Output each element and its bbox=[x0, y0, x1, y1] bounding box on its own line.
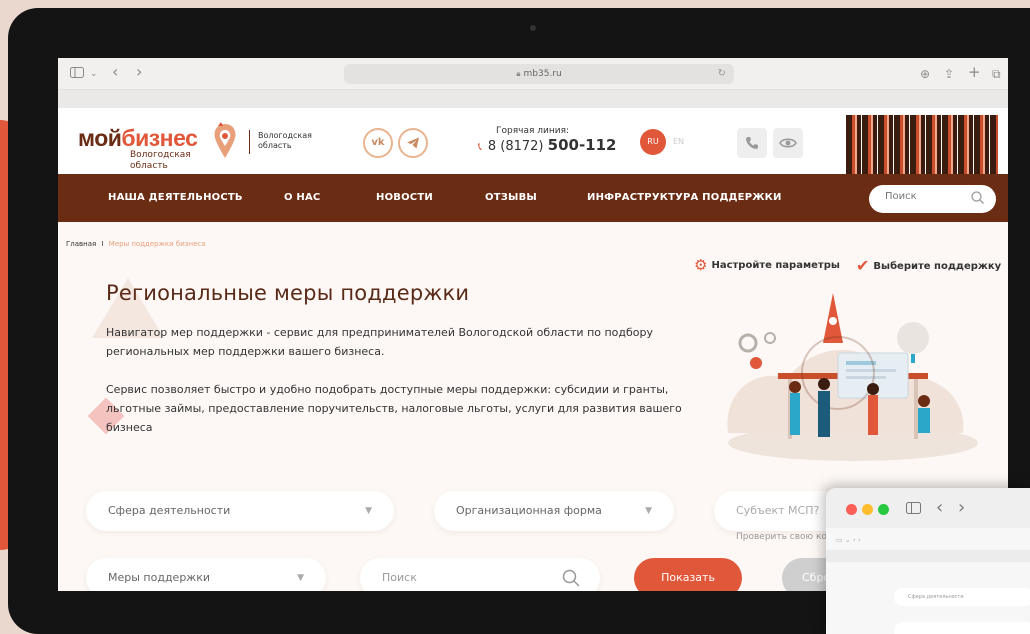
page-title: Региональные меры поддержки bbox=[106, 281, 470, 305]
back-arrow-icon[interactable]: ‹ bbox=[112, 64, 118, 80]
breadcrumb-home[interactable]: Главная bbox=[66, 240, 96, 248]
new-tab-icon[interactable]: + bbox=[968, 64, 981, 80]
search-icon[interactable] bbox=[971, 191, 984, 207]
tabs-overview-icon[interactable]: ⧉ bbox=[992, 66, 1001, 82]
step-choose-label: Выберите поддержку bbox=[873, 261, 1002, 272]
measures-search-placeholder: Поиск bbox=[382, 571, 417, 584]
nav-item-reviews[interactable]: ОТЗЫВЫ bbox=[485, 174, 537, 222]
map-pin-logo-icon bbox=[214, 122, 236, 158]
check-company-link[interactable]: Проверить свою ком bbox=[736, 532, 834, 542]
share-icon[interactable]: ⇪ bbox=[944, 66, 954, 82]
address-bar[interactable]: 🔒︎ mb35.ru ↻ bbox=[344, 64, 734, 84]
hotline: Горячая линия: 📞︎ 8 (8172) 500-112 bbox=[478, 126, 617, 156]
maximize-window-icon[interactable] bbox=[878, 504, 889, 515]
main-nav: НАША ДЕЯТЕЛЬНОСТЬ О НАС НОВОСТИ ОТЗЫВЫ И… bbox=[58, 174, 1008, 222]
hotline-label: Горячая линия: bbox=[496, 126, 570, 136]
close-window-icon[interactable] bbox=[846, 504, 857, 515]
chevron-down-icon[interactable]: ⌄ bbox=[90, 66, 98, 82]
second-window-strip bbox=[826, 550, 1030, 562]
intro-paragraph-1: Навигатор мер поддержки - сервис для пре… bbox=[106, 323, 686, 361]
activity-select[interactable]: Сфера деятельности ▼ bbox=[86, 491, 394, 531]
nav-search-input[interactable] bbox=[885, 191, 965, 202]
org-form-select[interactable]: Организационная форма ▼ bbox=[434, 491, 674, 531]
lang-ru-button[interactable]: RU bbox=[640, 129, 666, 155]
step-params-label: Настройте параметры bbox=[711, 260, 840, 271]
telegram-icon[interactable] bbox=[398, 128, 428, 158]
lock-icon: 🔒︎ bbox=[516, 69, 521, 78]
step-choose: ✔ Выберите поддержку bbox=[856, 256, 1001, 275]
breadcrumb-current: Меры поддержки бизнеса bbox=[108, 240, 206, 248]
reload-icon[interactable]: ↻ bbox=[718, 64, 726, 84]
logo-text-part1: мой bbox=[78, 125, 122, 151]
breadcrumb: Главная I Меры поддержки бизнеса bbox=[66, 240, 206, 248]
download-icon[interactable]: ⊕ bbox=[920, 66, 930, 82]
measures-select[interactable]: Меры поддержки ▼ bbox=[86, 558, 326, 591]
phone-icon[interactable] bbox=[737, 128, 767, 158]
camera-dot bbox=[530, 25, 536, 31]
sidebar-icon[interactable] bbox=[906, 500, 921, 518]
intro-line: региональных мер поддержки вашего бизнес… bbox=[106, 345, 385, 358]
breadcrumb-separator: I bbox=[101, 240, 104, 248]
logo-text-part2: бизнес bbox=[121, 125, 198, 151]
nav-item-infrastructure[interactable]: ИНФРАСТРУКТУРА ПОДДЕРЖКИ bbox=[587, 174, 782, 222]
back-arrow-icon[interactable]: ‹ bbox=[936, 497, 943, 518]
nav-item-news[interactable]: НОВОСТИ bbox=[376, 174, 433, 222]
region-line-2: область bbox=[258, 141, 292, 150]
logo-subtitle: Вологодская область bbox=[130, 150, 191, 171]
hotline-main-number: 500-112 bbox=[547, 136, 617, 154]
chevron-down-icon: ▼ bbox=[645, 506, 652, 516]
minimize-window-icon[interactable] bbox=[862, 504, 873, 515]
intro-line: Навигатор мер поддержки - сервис для пре… bbox=[106, 326, 654, 339]
logo-separator bbox=[249, 130, 250, 154]
url-text: mb35.ru bbox=[523, 69, 562, 79]
intro-line: бизнеса bbox=[106, 421, 153, 434]
measures-select-label: Меры поддержки bbox=[108, 571, 211, 584]
hotline-prefix: 8 (8172) bbox=[487, 139, 544, 154]
activity-select-label: Сфера деятельности bbox=[108, 504, 231, 517]
second-browser-window[interactable]: ‹ › ▭ ⌄ ‹ › Сфера деятельности bbox=[826, 488, 1030, 634]
forward-arrow-icon[interactable]: › bbox=[958, 497, 965, 518]
forward-arrow-icon[interactable]: › bbox=[136, 64, 142, 80]
region-line-1: Вологодская bbox=[258, 131, 312, 140]
hotline-number[interactable]: 📞︎ 8 (8172) 500-112 bbox=[478, 136, 617, 156]
team-illustration bbox=[727, 293, 978, 461]
folk-ornament-decoration bbox=[846, 115, 998, 174]
smp-select-label: Субъект МСП? bbox=[736, 504, 820, 517]
vk-label: vk bbox=[371, 137, 385, 148]
sidebar-icon[interactable] bbox=[70, 66, 84, 82]
site-header: мойбизнес Вологодская область Вологодска… bbox=[58, 108, 1008, 174]
measures-search-field[interactable]: Поиск bbox=[360, 558, 600, 591]
second-window-titlebar: ‹ › bbox=[826, 488, 1030, 528]
intro-paragraph-2: Сервис позволяет быстро и удобно подобра… bbox=[106, 380, 686, 437]
nav-search bbox=[869, 185, 996, 213]
eye-icon[interactable] bbox=[773, 128, 803, 158]
intro-line: льготные займы, предоставление поручител… bbox=[106, 402, 682, 415]
second-window-activity-field[interactable]: Сфера деятельности bbox=[894, 588, 1030, 606]
browser-toolbar: ⌄ ‹ › 🔒︎ mb35.ru ↻ ⊕ ⇪ + ⧉ bbox=[58, 58, 1008, 90]
checkmark-icon: ✔ bbox=[856, 256, 870, 275]
chevron-down-icon: ▼ bbox=[297, 573, 304, 583]
logo-region-text: Вологодская область bbox=[258, 131, 328, 151]
step-params: ⚙ Настройте параметры bbox=[694, 256, 840, 274]
vk-icon[interactable]: vk bbox=[363, 128, 393, 158]
lang-en-button[interactable]: EN bbox=[673, 137, 684, 146]
phone-small-icon: 📞︎ bbox=[478, 140, 482, 153]
nav-item-activity[interactable]: НАША ДЕЯТЕЛЬНОСТЬ bbox=[108, 174, 243, 222]
second-window-field[interactable] bbox=[894, 622, 1030, 634]
search-icon[interactable] bbox=[562, 558, 580, 591]
nav-item-about[interactable]: О НАС bbox=[284, 174, 320, 222]
second-window-mini-toolbar: ▭ ⌄ ‹ › bbox=[836, 536, 861, 544]
tab-strip bbox=[58, 90, 1008, 108]
org-form-select-label: Организационная форма bbox=[456, 504, 602, 517]
site-logo[interactable]: мойбизнес Вологодская область bbox=[78, 126, 218, 172]
show-button[interactable]: Показать bbox=[634, 558, 742, 591]
chevron-down-icon: ▼ bbox=[365, 506, 372, 516]
gear-icon: ⚙ bbox=[694, 256, 708, 274]
intro-line: Сервис позволяет быстро и удобно подобра… bbox=[106, 383, 669, 396]
